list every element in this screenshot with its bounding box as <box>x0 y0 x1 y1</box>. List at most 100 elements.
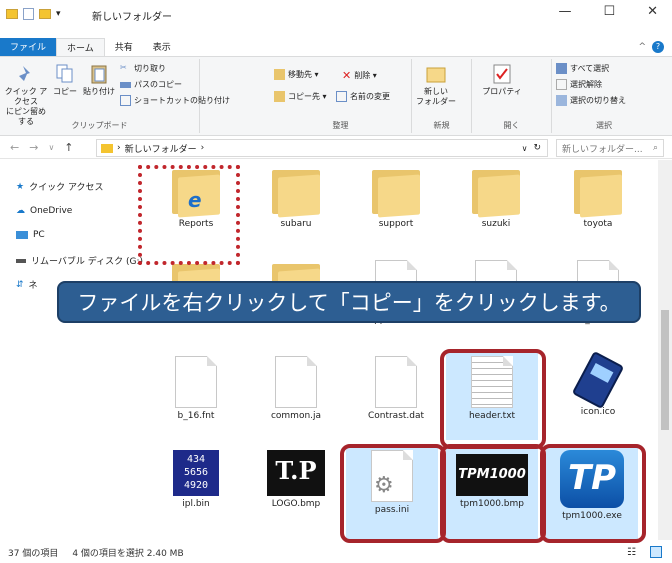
new-folder-button[interactable]: 新しい フォルダー <box>416 63 456 107</box>
details-view-icon[interactable]: ☷ <box>627 547 636 558</box>
cut-label: 切り取り <box>134 64 166 73</box>
paste-shortcut-label: ショートカットの貼り付け <box>134 96 230 105</box>
clipboard-group-label: クリップボード <box>71 121 128 130</box>
paste-icon <box>88 63 110 85</box>
select-none-button[interactable]: 選択解除 <box>556 79 602 90</box>
move-to-button[interactable]: 移動先 ▾ <box>274 69 319 80</box>
file-item[interactable]: icon.ico <box>552 350 644 417</box>
address-path[interactable]: 新しいフォルダー <box>125 142 197 155</box>
file-name: common.ja <box>270 411 322 421</box>
nav-item-quick-access[interactable]: ★ クイック アクセス <box>16 180 104 194</box>
ribbon-collapse-icon[interactable]: ^ <box>638 42 646 52</box>
header-txt-highlight <box>440 349 546 449</box>
copy-button[interactable]: コピー <box>52 63 78 97</box>
document-icon <box>375 356 417 408</box>
address-bar[interactable]: › 新しいフォルダー › ∨ ↻ <box>96 139 548 157</box>
navigation-pane: ★ クイック アクセス ☁ OneDrive PC リムーバブル ディスク (G… <box>0 160 148 540</box>
file-item[interactable]: support <box>350 166 442 229</box>
nav-label: クイック アクセス <box>29 183 104 193</box>
properties-quick-icon[interactable] <box>23 8 34 20</box>
back-arrow-icon[interactable]: ← <box>10 141 19 154</box>
search-placeholder: 新しいフォルダー... <box>562 144 643 155</box>
tab-share[interactable]: 共有 <box>105 38 143 56</box>
file-name: b_16.fnt <box>177 411 215 421</box>
select-group: すべて選択 選択解除 選択の切り替え 選択 <box>552 59 656 133</box>
copy-path-button[interactable]: パスのコピー <box>120 79 182 90</box>
up-arrow-icon[interactable]: ↑ <box>64 141 73 154</box>
cut-button[interactable]: ✂ 切り取り <box>120 63 166 74</box>
instruction-callout: ファイルを右クリックして「コピー」をクリックします。 <box>57 281 641 323</box>
file-item[interactable]: b_16.fnt <box>150 356 242 421</box>
nav-label: PC <box>33 230 45 240</box>
clipboard-group: クイック アクセス にピン留めする コピー 貼り付け ✂ 切り取り パスのコピー… <box>0 59 230 133</box>
paste-button[interactable]: 貼り付け <box>82 63 116 97</box>
pin-icon <box>15 63 37 85</box>
address-folder-icon <box>101 143 113 153</box>
file-item[interactable]: Contrast.dat <box>350 356 442 421</box>
select-all-button[interactable]: すべて選択 <box>556 63 609 74</box>
nav-item-pc[interactable]: PC <box>16 230 45 240</box>
tab-home[interactable]: ホーム <box>56 38 105 56</box>
file-item[interactable]: 434 5656 4920 ipl.bin <box>150 450 242 509</box>
pin-quick-access-button[interactable]: クイック アクセス にピン留めする <box>4 63 48 127</box>
address-row: ← → ∨ ↑ › 新しいフォルダー › ∨ ↻ 新しいフォルダー... ⌕ <box>0 137 672 159</box>
address-separator-icon: › <box>117 143 121 153</box>
properties-button[interactable]: プロパティ <box>482 63 522 97</box>
maximize-button[interactable]: ☐ <box>603 4 615 19</box>
new-folder-quick-icon[interactable] <box>39 9 51 19</box>
invert-selection-button[interactable]: 選択の切り替え <box>556 95 626 106</box>
window-title: 新しいフォルダー <box>92 12 172 23</box>
nav-item-onedrive[interactable]: ☁ OneDrive <box>16 206 72 216</box>
file-name: toyota <box>583 219 613 229</box>
rename-button[interactable]: 名前の変更 <box>336 91 390 102</box>
address-dropdown-icon[interactable]: ∨ <box>522 144 528 153</box>
nav-item-network[interactable]: ⇵ ネ <box>16 278 38 292</box>
ribbon-tabs: ファイル ホーム 共有 表示 ^ ? <box>0 38 672 56</box>
forward-arrow-icon[interactable]: → <box>29 141 38 154</box>
folder-icon <box>472 166 520 218</box>
vertical-scrollbar[interactable] <box>658 160 672 540</box>
file-item[interactable]: suzuki <box>450 166 542 229</box>
close-button[interactable]: ✕ <box>647 4 658 19</box>
search-input[interactable]: 新しいフォルダー... ⌕ <box>556 139 664 157</box>
new-folder-label: 新しい フォルダー <box>416 87 456 106</box>
file-item[interactable]: T.P LOGO.bmp <box>250 450 342 509</box>
paste-shortcut-button[interactable]: ショートカットの貼り付け <box>120 95 230 106</box>
ribbon: クイック アクセス にピン留めする コピー 貼り付け ✂ 切り取り パスのコピー… <box>0 56 672 136</box>
file-item[interactable]: subaru <box>250 166 342 229</box>
tab-view[interactable]: 表示 <box>143 38 181 56</box>
properties-label: プロパティ <box>482 87 522 96</box>
select-none-icon <box>556 79 567 90</box>
file-item[interactable]: common.ja <box>250 356 342 421</box>
refresh-icon[interactable]: ↻ <box>533 143 541 153</box>
delete-button[interactable]: ✕ 削除 ▾ <box>342 69 377 82</box>
help-icon[interactable]: ? <box>652 41 664 53</box>
nav-label: リムーバブル ディスク (G:) <box>31 257 144 267</box>
address-separator-icon: › <box>200 143 205 153</box>
file-item[interactable]: toyota <box>552 166 644 229</box>
file-name: suzuki <box>481 219 511 229</box>
logo-icon: T.P <box>267 450 325 496</box>
select-all-label: すべて選択 <box>570 64 610 73</box>
item-count: 37 個の項目 <box>8 548 59 559</box>
copy-to-button[interactable]: コピー先 ▾ <box>274 91 327 102</box>
open-group: プロパティ 開く <box>472 59 552 133</box>
move-to-icon <box>274 69 285 80</box>
file-name: Contrast.dat <box>367 411 425 421</box>
recent-chevron-icon[interactable]: ∨ <box>48 143 54 152</box>
new-folder-icon <box>425 63 447 85</box>
copy-icon <box>54 63 76 85</box>
quick-access-toolbar: ▾ <box>6 8 61 20</box>
nav-item-removable-disk[interactable]: リムーバブル ディスク (G:) <box>16 254 143 267</box>
large-icons-view-icon[interactable] <box>650 546 662 558</box>
delete-icon: ✕ <box>342 69 352 82</box>
qat-dropdown-icon[interactable]: ▾ <box>56 9 61 19</box>
scrollbar-thumb[interactable] <box>661 310 669 430</box>
new-group: 新しい フォルダー 新規 <box>412 59 472 133</box>
file-name: ipl.bin <box>182 499 210 509</box>
document-icon <box>275 356 317 408</box>
new-group-label: 新規 <box>433 121 450 130</box>
move-to-label: 移動先 ▾ <box>288 70 319 79</box>
minimize-button[interactable]: — <box>558 4 571 19</box>
tab-file[interactable]: ファイル <box>0 38 57 56</box>
